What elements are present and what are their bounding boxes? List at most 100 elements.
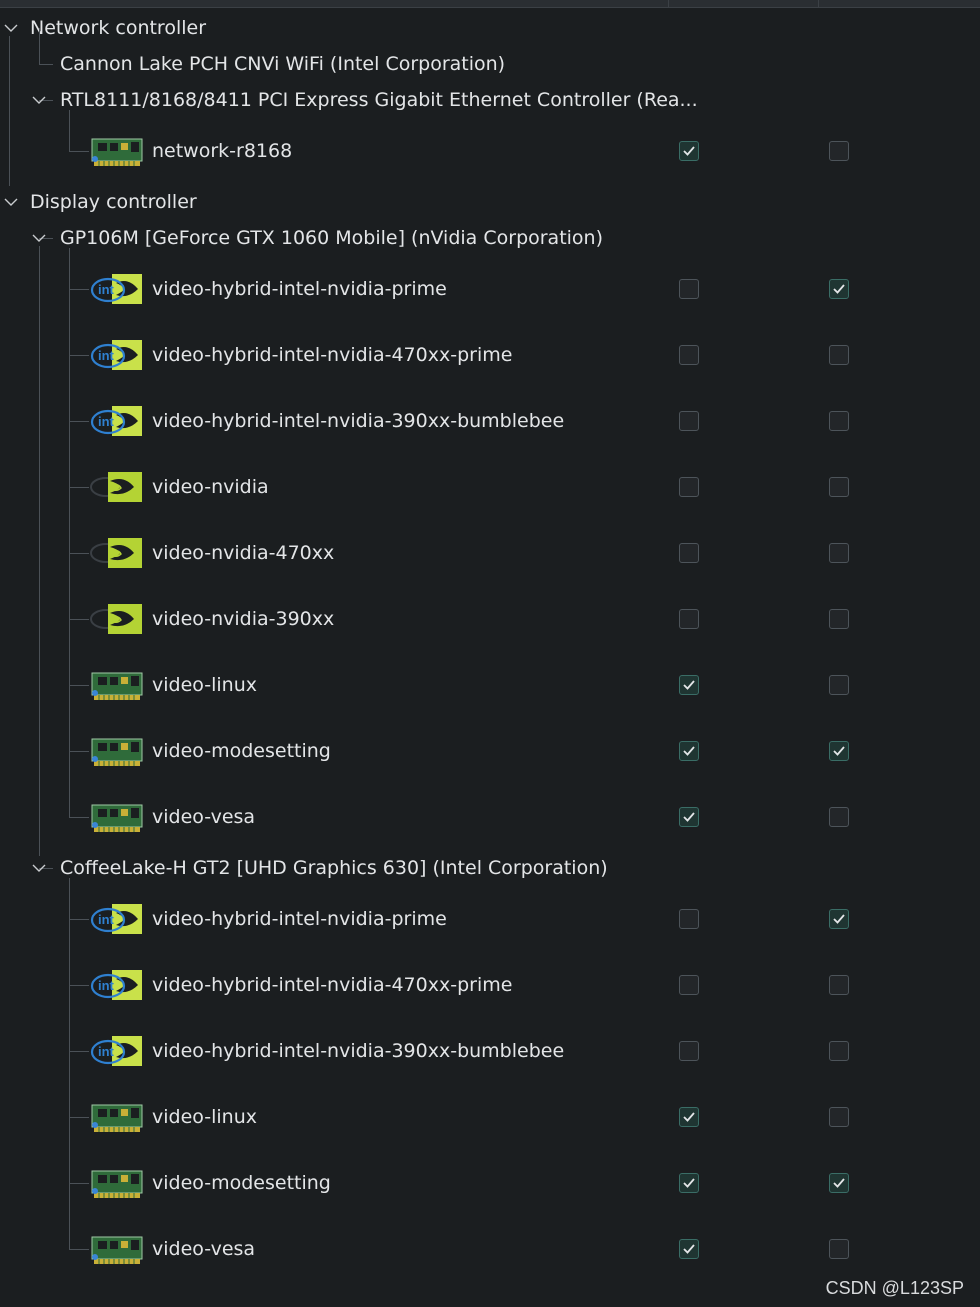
svg-text:int: int bbox=[98, 1044, 115, 1059]
driver-column2-checkbox[interactable] bbox=[829, 741, 849, 761]
driver-column1-checkbox[interactable] bbox=[679, 1239, 699, 1259]
device-title: RTL8111/8168/8411 PCI Express Gigabit Et… bbox=[60, 89, 698, 111]
pci-card-icon bbox=[90, 733, 144, 769]
driver-column1-checkbox[interactable] bbox=[679, 543, 699, 563]
driver-column2-checkbox[interactable] bbox=[829, 609, 849, 629]
group-title: Display controller bbox=[30, 191, 197, 213]
chevron-down-icon[interactable] bbox=[2, 19, 20, 37]
intel-nvidia-icon: int bbox=[90, 337, 144, 373]
driver-column1-checkbox[interactable] bbox=[679, 909, 699, 929]
chevron-down-icon[interactable] bbox=[2, 193, 20, 211]
header-bar bbox=[0, 0, 980, 8]
group-title: Network controller bbox=[30, 17, 207, 39]
pci-card-icon bbox=[90, 1099, 144, 1135]
driver-name: video-hybrid-intel-nvidia-390xx-bumblebe… bbox=[152, 410, 565, 432]
intel-nvidia-icon: int bbox=[90, 1033, 144, 1069]
driver-name: video-hybrid-intel-nvidia-prime bbox=[152, 278, 447, 300]
driver-name: video-modesetting bbox=[152, 740, 331, 762]
svg-text:int: int bbox=[98, 282, 115, 297]
chevron-down-icon[interactable] bbox=[30, 859, 48, 877]
driver-column1-checkbox[interactable] bbox=[679, 741, 699, 761]
tree-connector bbox=[39, 28, 40, 64]
driver-name: video-modesetting bbox=[152, 1172, 331, 1194]
driver-column1-checkbox[interactable] bbox=[679, 1107, 699, 1127]
driver-column1-checkbox[interactable] bbox=[679, 1041, 699, 1061]
driver-name: video-hybrid-intel-nvidia-470xx-prime bbox=[152, 344, 513, 366]
driver-column2-checkbox[interactable] bbox=[829, 807, 849, 827]
tree-connector bbox=[39, 246, 40, 856]
driver-name: video-vesa bbox=[152, 1238, 256, 1260]
device-title: GP106M [GeForce GTX 1060 Mobile] (nVidia… bbox=[60, 227, 604, 249]
hardware-tree: Network controller Cannon Lake PCH CNVi W… bbox=[0, 8, 980, 1307]
tree-connector bbox=[69, 151, 89, 152]
driver-name: video-hybrid-intel-nvidia-390xx-bumblebe… bbox=[152, 1040, 565, 1062]
driver-column1-checkbox[interactable] bbox=[679, 345, 699, 365]
tree-connector bbox=[69, 421, 89, 422]
driver-column1-checkbox[interactable] bbox=[679, 477, 699, 497]
driver-name: video-nvidia-390xx bbox=[152, 608, 335, 630]
driver-column2-checkbox[interactable] bbox=[829, 543, 849, 563]
intel-nvidia-icon: int bbox=[90, 901, 144, 937]
driver-column1-checkbox[interactable] bbox=[679, 1173, 699, 1193]
driver-column2-checkbox[interactable] bbox=[829, 975, 849, 995]
driver-column2-checkbox[interactable] bbox=[829, 675, 849, 695]
driver-column1-checkbox[interactable] bbox=[679, 411, 699, 431]
driver-column1-checkbox[interactable] bbox=[679, 279, 699, 299]
tree-connector bbox=[69, 919, 89, 920]
intel-nvidia-icon: int bbox=[90, 967, 144, 1003]
nvidia-icon bbox=[90, 601, 144, 637]
tree-connector bbox=[69, 619, 89, 620]
nvidia-icon bbox=[90, 469, 144, 505]
driver-column2-checkbox[interactable] bbox=[829, 909, 849, 929]
driver-column1-checkbox[interactable] bbox=[679, 807, 699, 827]
header-separator bbox=[818, 0, 819, 7]
pci-card-icon bbox=[90, 799, 144, 835]
chevron-down-icon[interactable] bbox=[30, 229, 48, 247]
tree-connector bbox=[69, 355, 89, 356]
pci-card-icon bbox=[90, 667, 144, 703]
svg-text:int: int bbox=[98, 414, 115, 429]
tree-connector bbox=[69, 289, 89, 290]
driver-name: network-r8168 bbox=[152, 140, 293, 162]
tree-connector bbox=[9, 36, 10, 186]
driver-name: video-nvidia-470xx bbox=[152, 542, 335, 564]
driver-column1-checkbox[interactable] bbox=[679, 141, 699, 161]
driver-column2-checkbox[interactable] bbox=[829, 1107, 849, 1127]
tree-connector bbox=[69, 817, 89, 818]
tree-connector bbox=[69, 1051, 89, 1052]
tree-connector bbox=[69, 751, 89, 752]
pci-card-icon bbox=[90, 1231, 144, 1267]
driver-column2-checkbox[interactable] bbox=[829, 279, 849, 299]
driver-column2-checkbox[interactable] bbox=[829, 1239, 849, 1259]
driver-column2-checkbox[interactable] bbox=[829, 1041, 849, 1061]
svg-text:int: int bbox=[98, 912, 115, 927]
device-title: Cannon Lake PCH CNVi WiFi (Intel Corpora… bbox=[60, 53, 506, 75]
driver-column1-checkbox[interactable] bbox=[679, 975, 699, 995]
tree-connector bbox=[69, 248, 70, 818]
driver-column2-checkbox[interactable] bbox=[829, 345, 849, 365]
tree-connector bbox=[39, 64, 53, 65]
tree-connector bbox=[69, 1183, 89, 1184]
chevron-down-icon[interactable] bbox=[30, 91, 48, 109]
tree-connector bbox=[69, 553, 89, 554]
tree-connector bbox=[69, 487, 89, 488]
driver-column2-checkbox[interactable] bbox=[829, 141, 849, 161]
driver-column2-checkbox[interactable] bbox=[829, 411, 849, 431]
driver-name: video-hybrid-intel-nvidia-prime bbox=[152, 908, 447, 930]
svg-text:int: int bbox=[98, 348, 115, 363]
driver-column2-checkbox[interactable] bbox=[829, 1173, 849, 1193]
tree-connector bbox=[69, 985, 89, 986]
driver-name: video-hybrid-intel-nvidia-470xx-prime bbox=[152, 974, 513, 996]
driver-column1-checkbox[interactable] bbox=[679, 675, 699, 695]
driver-name: video-nvidia bbox=[152, 476, 269, 498]
driver-column1-checkbox[interactable] bbox=[679, 609, 699, 629]
pci-card-icon bbox=[90, 1165, 144, 1201]
tree-connector bbox=[69, 878, 70, 1250]
tree-connector bbox=[69, 1249, 89, 1250]
driver-name: video-linux bbox=[152, 1106, 257, 1128]
tree-connector bbox=[69, 685, 89, 686]
nvidia-icon bbox=[90, 535, 144, 571]
svg-text:int: int bbox=[98, 978, 115, 993]
driver-name: video-vesa bbox=[152, 806, 256, 828]
driver-column2-checkbox[interactable] bbox=[829, 477, 849, 497]
